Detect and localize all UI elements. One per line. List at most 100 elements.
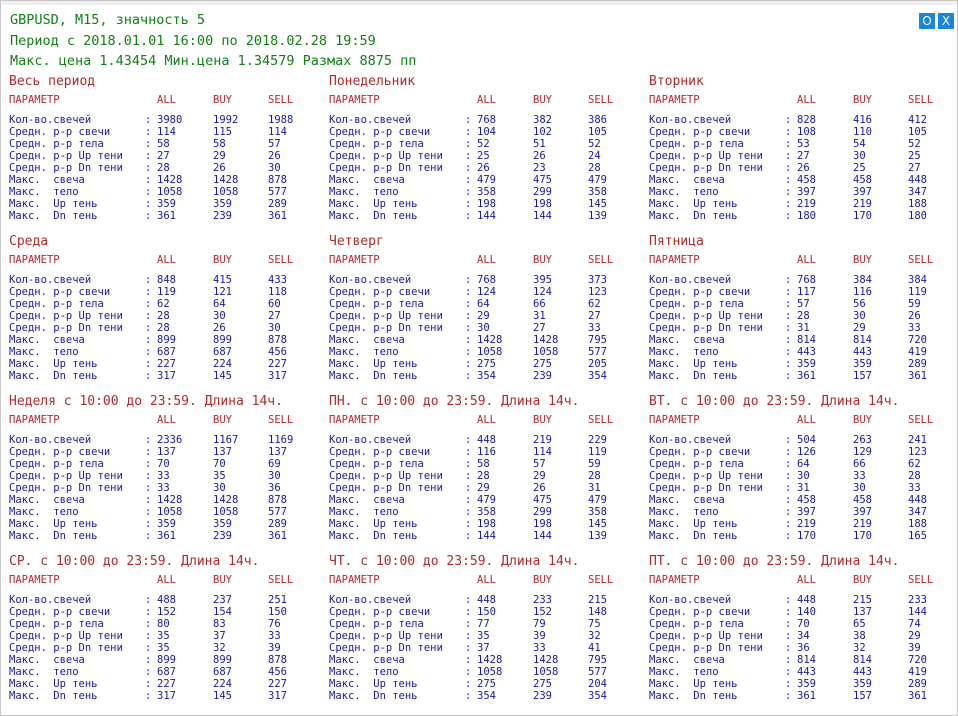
value-buy: 1428 (533, 334, 559, 346)
value-all: 443 (797, 346, 816, 358)
table-row: Макс. тело:687 687 456 (9, 666, 319, 678)
separator-colon: : (145, 286, 152, 298)
table-row: Макс. тело:358 299 358 (329, 186, 639, 198)
value-sell: 878 (268, 174, 287, 186)
separator-colon: : (785, 210, 792, 222)
param-label: Макс. тело (329, 346, 399, 358)
header-param: ПАРАМЕТР (329, 94, 380, 106)
table-row: Средн. р-р тела:70 65 74 (649, 618, 958, 630)
value-buy: 1992 (213, 114, 239, 126)
param-label: Кол-во.свечей (649, 274, 732, 286)
header-buy: BUY (213, 414, 232, 426)
stats-block: Неделя с 10:00 до 23:59. Длина 14ч. ПАРАМ… (9, 394, 319, 544)
separator-colon: : (785, 434, 792, 446)
stats-block: Понедельник ПАРАМЕТР ALL BUY SELL Кол-во.свеч… (329, 74, 639, 224)
separator-colon: : (465, 162, 472, 174)
value-sell: 74 (908, 618, 921, 630)
value-buy: 51 (533, 138, 546, 150)
separator-colon: : (465, 594, 472, 606)
value-sell: 27 (588, 310, 601, 322)
value-all: 126 (797, 446, 816, 458)
param-label: Средн. р-р Up тени (9, 630, 123, 642)
value-sell: 358 (588, 506, 607, 518)
separator-colon: : (145, 370, 152, 382)
value-buy: 382 (533, 114, 552, 126)
param-label: Макс. Dn тень (329, 530, 418, 542)
table-row: Макс. свеча:1428 1428 795 (329, 654, 639, 666)
column-header: ПАРАМЕТР ALL BUY SELL (649, 574, 958, 586)
value-sell: 39 (908, 642, 921, 654)
title-strip (1, 1, 957, 5)
value-all: 443 (797, 666, 816, 678)
stats-block: ВТ. с 10:00 до 23:59. Длина 14ч. ПАРАМЕТР… (649, 394, 958, 544)
value-all: 27 (157, 150, 170, 162)
header-all: ALL (157, 574, 176, 586)
param-label: Кол-во.свечей (9, 274, 92, 286)
header-param: ПАРАМЕТР (329, 574, 380, 586)
value-buy: 115 (213, 126, 232, 138)
table-row: Кол-во.свечей:448 219 229 (329, 434, 639, 446)
value-buy: 154 (213, 606, 232, 618)
param-label: Кол-во.свечей (649, 434, 732, 446)
separator-colon: : (785, 594, 792, 606)
separator-colon: : (145, 138, 152, 150)
table-row: Макс. Dn тень:144 144 139 (329, 210, 639, 222)
value-sell: 795 (588, 654, 607, 666)
value-sell: 229 (588, 434, 607, 446)
value-buy: 198 (533, 198, 552, 210)
value-all: 124 (477, 286, 496, 298)
param-label: Средн. р-р Dn тени (329, 482, 443, 494)
value-buy: 397 (853, 506, 872, 518)
separator-colon: : (785, 162, 792, 174)
value-sell: 188 (908, 198, 927, 210)
block-title: ПН. с 10:00 до 23:59. Длина 14ч. (329, 394, 580, 409)
value-all: 275 (477, 358, 496, 370)
value-all: 26 (477, 162, 490, 174)
param-label: Макс. свеча (329, 654, 405, 666)
param-label: Кол-во.свечей (9, 114, 92, 126)
table-row: Кол-во.свечей:488 237 251 (9, 594, 319, 606)
table-row: Кол-во.свечей:768 382 386 (329, 114, 639, 126)
header-buy: BUY (533, 414, 552, 426)
separator-colon: : (465, 654, 472, 666)
table-row: Макс. тело:397 397 347 (649, 506, 958, 518)
value-sell: 62 (588, 298, 601, 310)
value-buy: 33 (533, 642, 546, 654)
table-row: Макс. тело:443 443 419 (649, 346, 958, 358)
table-row: Макс. тело:1058 1058 577 (329, 346, 639, 358)
header-param: ПАРАМЕТР (649, 254, 700, 266)
value-buy: 384 (853, 274, 872, 286)
table-row: Макс. Dn тень:144 144 139 (329, 530, 639, 542)
value-all: 35 (477, 630, 490, 642)
column-header: ПАРАМЕТР ALL BUY SELL (649, 414, 958, 426)
value-sell: 139 (588, 210, 607, 222)
value-buy: 145 (213, 690, 232, 702)
param-label: Макс. Dn тень (9, 690, 98, 702)
value-sell: 386 (588, 114, 607, 126)
column-header: ПАРАМЕТР ALL BUY SELL (649, 254, 958, 266)
close-button[interactable]: X (938, 13, 954, 29)
value-all: 3980 (157, 114, 183, 126)
table-row: Средн. р-р свечи:150 152 148 (329, 606, 639, 618)
table-row: Макс. Up тень:359 359 289 (9, 518, 319, 530)
value-sell: 577 (268, 506, 287, 518)
options-button[interactable]: O (919, 13, 935, 29)
table-row: Средн. р-р тела:64 66 62 (649, 458, 958, 470)
table-row: Средн. р-р Dn тени:31 30 33 (649, 482, 958, 494)
value-buy: 397 (853, 186, 872, 198)
table-row: Макс. Up тень:275 275 205 (329, 358, 639, 370)
value-all: 227 (157, 678, 176, 690)
value-all: 28 (157, 322, 170, 334)
param-label: Средн. р-р Up тени (9, 310, 123, 322)
param-label: Макс. Up тень (9, 518, 98, 530)
table-row: Макс. Up тень:227 224 227 (9, 678, 319, 690)
value-buy: 54 (853, 138, 866, 150)
param-label: Средн. р-р тела (9, 138, 104, 150)
param-label: Макс. Dn тень (9, 530, 98, 542)
value-sell: 28 (908, 470, 921, 482)
value-all: 64 (797, 458, 810, 470)
separator-colon: : (465, 138, 472, 150)
value-buy: 114 (533, 446, 552, 458)
value-buy: 170 (853, 530, 872, 542)
param-label: Средн. р-р свечи (649, 606, 751, 618)
